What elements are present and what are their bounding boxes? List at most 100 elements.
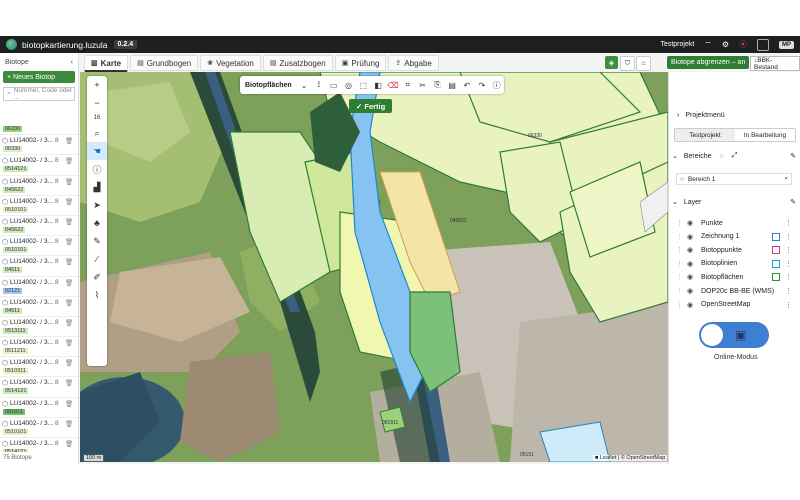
draw-line-icon[interactable]: ∕	[87, 250, 107, 268]
map-view[interactable]: 06330 045622 081811 05151	[80, 72, 668, 462]
chevron-down-icon[interactable]: ⌄	[297, 81, 312, 90]
drag-handle-icon[interactable]: ⋮	[676, 260, 683, 268]
help-icon[interactable]: ⓘ	[489, 80, 504, 91]
project-segment[interactable]: Testprojekt	[675, 129, 735, 141]
trash-icon[interactable]: 🗑	[65, 258, 73, 266]
done-button[interactable]: ✓ Fertig	[349, 99, 393, 113]
tab-prüfung[interactable]: ▣ Prüfung	[334, 55, 387, 71]
undo-icon[interactable]: ↶	[460, 81, 475, 90]
zoom-out-button[interactable]: −	[87, 94, 107, 112]
search-map-icon[interactable]: ⌕	[87, 124, 107, 142]
crop-icon[interactable]: ⌗	[400, 80, 415, 90]
delineate-biotope-toggle[interactable]: Biotope abgrenzen – an	[667, 56, 750, 69]
tab-karte[interactable]: ▥ Karte	[84, 55, 129, 72]
trash-icon[interactable]: 🗑	[65, 238, 73, 246]
area-1[interactable]: ○ Bereich 1 ⌕	[676, 173, 792, 185]
window-icon[interactable]	[757, 38, 769, 51]
layer-item[interactable]: ⋮ ◉ Biotoppunkte ⋮	[676, 246, 794, 255]
trash-icon[interactable]: 🗑	[65, 198, 73, 206]
drag-handle-icon[interactable]: ⋮	[676, 233, 683, 241]
list-item[interactable]: ⬡ LU14002- / 3... 8 🗑 0510101	[0, 236, 78, 257]
info-icon[interactable]: ⓘ	[87, 160, 107, 178]
list-item[interactable]: ⬡ LU14002- / 3... 8 🗑 0514121	[0, 155, 78, 176]
cut-icon[interactable]: ◧	[371, 81, 386, 90]
trash-icon[interactable]: 🗑	[65, 440, 73, 448]
target-icon[interactable]: ◎	[341, 81, 356, 90]
list-item[interactable]: ⬡ LU14002- / 3... 8 🗑 0510101	[0, 418, 78, 438]
trash-icon[interactable]: 🗑	[65, 400, 73, 408]
list-item[interactable]: ⬡ LU14002- / 3... 8 🗑 0514121	[0, 438, 78, 452]
trash-icon[interactable]: 🗑	[65, 218, 73, 226]
edit-layers-icon[interactable]: ✎	[790, 198, 796, 206]
list-item[interactable]: ⬡ LU14002- / 3... 8 🗑 0513111	[0, 317, 78, 338]
list-item[interactable]: ⬡ LU14002- / 3... 8 🗑 06330	[0, 135, 78, 156]
paste-icon[interactable]: ▤	[445, 81, 460, 90]
edit-icon[interactable]: ✐	[87, 268, 107, 286]
redo-icon[interactable]: ↷	[474, 81, 489, 90]
tree-icon[interactable]: ♣	[87, 214, 107, 232]
settings-icon[interactable]: ⚙	[722, 40, 729, 49]
eye-icon[interactable]: ◉	[687, 273, 697, 281]
layer-item[interactable]: ⋮ ◉ OpenStreetMap ⋮	[676, 301, 794, 309]
list-item[interactable]: ⬡ LU14002- / 3... 8 🗑 0510101	[0, 196, 78, 216]
eye-icon[interactable]: ◉	[687, 301, 697, 309]
locate-icon[interactable]: ➤	[87, 196, 107, 214]
layer-color-swatch[interactable]	[772, 232, 780, 241]
location-alert-icon[interactable]: ⦿	[739, 39, 747, 50]
search-icon[interactable]: ⌕	[784, 175, 788, 183]
more-icon[interactable]: ⋮	[785, 301, 792, 309]
more-icon[interactable]: ⋮	[785, 219, 792, 227]
online-mode-toggle[interactable]: ▣	[699, 322, 769, 348]
tab-grundbogen[interactable]: ▤ Grundbogen	[130, 55, 199, 71]
drag-handle-icon[interactable]: ⋮	[676, 219, 683, 227]
measure-icon[interactable]: ▟	[87, 178, 107, 196]
node-icon[interactable]: ⟟	[311, 80, 326, 90]
layer-select[interactable]: Biotopflächen	[240, 82, 297, 89]
trash-icon[interactable]: 🗑	[65, 379, 73, 387]
drag-handle-icon[interactable]: ⋮	[676, 273, 683, 281]
eye-icon[interactable]: ◉	[687, 246, 697, 254]
more-icon[interactable]: ⋮	[785, 246, 792, 254]
layer-item[interactable]: ⋮ ◉ Zeichnung 1 ⋮	[676, 232, 794, 241]
fullscreen-icon[interactable]: ⤢	[732, 152, 738, 160]
list-item[interactable]: ⬡ LU14002- / 3... 8 🗑 0511211	[0, 337, 78, 358]
tab-vegetation[interactable]: ❀ Vegetation	[200, 55, 261, 71]
eye-icon[interactable]: ◉	[687, 287, 697, 295]
zoom-in-button[interactable]: +	[87, 76, 107, 94]
layer-item[interactable]: ⋮ ◉ DOP20c BB-BE (WMS) ⋮	[676, 287, 794, 296]
list-item[interactable]: ⬡ LU14002- / 3... 8 🗑 045622	[0, 176, 78, 196]
polygon-icon[interactable]: ▭	[326, 81, 341, 90]
more-icon[interactable]: ⋮	[785, 287, 792, 295]
list-item[interactable]: ⬡ LU14002- / 3... 8 🗑 0514121	[0, 377, 78, 398]
shield-icon[interactable]: ⛉	[620, 56, 635, 71]
trash-icon[interactable]: 🗑	[65, 359, 73, 367]
drag-handle-icon[interactable]: ⋮	[676, 301, 683, 309]
trash-icon[interactable]: 🗑	[65, 299, 73, 307]
layer-color-swatch[interactable]	[772, 246, 780, 255]
layers-header[interactable]: ⌄ Layer ✎	[672, 198, 796, 207]
list-item[interactable]: ⬡🗑06330	[0, 115, 78, 136]
more-icon[interactable]: ⋮	[785, 273, 792, 281]
brush-icon[interactable]: ⌇	[87, 286, 107, 304]
copy-icon[interactable]: ⎘	[430, 80, 445, 90]
eye-icon[interactable]: ◉	[687, 233, 697, 241]
eye-icon[interactable]: ◉	[687, 260, 697, 268]
bbk-stock-button[interactable]: ↓BBK-Bestand	[750, 56, 800, 71]
edit-areas-icon[interactable]: ✎	[790, 152, 796, 160]
layer-item[interactable]: ⋮ ◉ Punkte ⋮	[676, 219, 794, 228]
map-attribution[interactable]: ■ Leaflet | © OpenStreetMap	[593, 455, 668, 461]
pan-hand-icon[interactable]: ☚	[87, 142, 107, 160]
biotope-search[interactable]: ⌕ Nummer, Code oder ...	[3, 87, 75, 101]
drag-handle-icon[interactable]: ⋮	[676, 287, 683, 295]
user-avatar[interactable]: MP	[779, 40, 794, 49]
eye-icon[interactable]: ◉	[687, 219, 697, 227]
list-item[interactable]: ⬡ LU14002- / 3... 8 🗑 04511	[0, 256, 78, 277]
layer-color-swatch[interactable]	[772, 273, 780, 282]
split-icon[interactable]: ✂	[415, 81, 430, 90]
select-area-icon[interactable]: ⬚	[356, 81, 371, 90]
layer-item[interactable]: ⋮ ◉ Biotoplinien ⋮	[676, 259, 794, 268]
tag-icon[interactable]: ⌂	[636, 56, 651, 71]
list-item[interactable]: ⬡ LU14002- / 3... 8 🗑 02121	[0, 277, 78, 297]
more-icon[interactable]: ⋮	[785, 233, 792, 241]
trash-icon[interactable]: 🗑	[65, 339, 73, 347]
